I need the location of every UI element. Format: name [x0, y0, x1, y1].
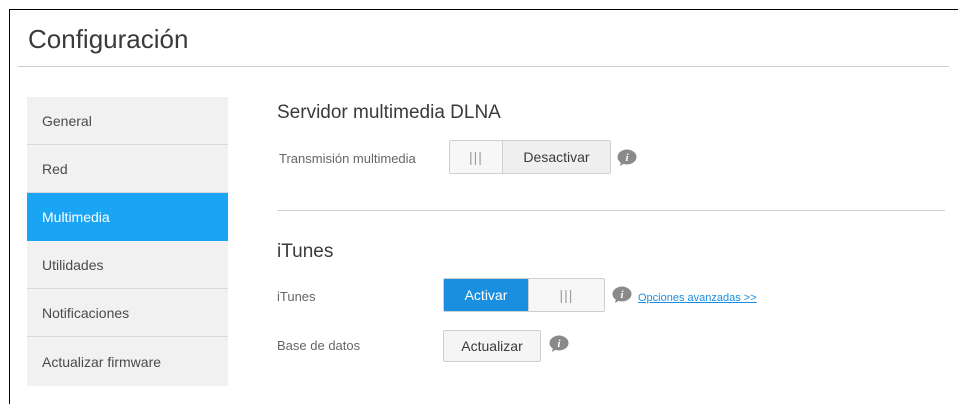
sidebar-item-label: General [42, 112, 92, 129]
sidebar-item-notificaciones[interactable]: Notificaciones [27, 289, 228, 337]
toggle-grip-icon: ||| [528, 279, 604, 311]
advanced-options-link[interactable]: Opciones avanzadas >> [638, 292, 757, 304]
sidebar-item-multimedia[interactable]: Multimedia [27, 193, 228, 241]
sidebar-item-label: Actualizar firmware [42, 353, 162, 370]
info-icon[interactable]: i [549, 335, 569, 353]
streaming-toggle[interactable]: ||| Desactivar [449, 140, 611, 174]
itunes-toggle-state: Activar [444, 279, 528, 311]
sidebar-item-label: Utilidades [42, 256, 104, 273]
section-divider [277, 210, 945, 211]
page-title: Configuración [28, 24, 189, 54]
sidebar-nav: General Red Multimedia Utilidades Notifi… [27, 97, 228, 386]
info-icon[interactable]: i [617, 149, 637, 167]
sidebar-item-actualizar-firmware[interactable]: Actualizar firmware [27, 337, 228, 386]
title-divider [18, 66, 949, 67]
itunes-section-title: iTunes [277, 241, 334, 262]
info-icon[interactable]: i [612, 286, 632, 304]
streaming-toggle-state: Desactivar [503, 141, 610, 173]
dlna-section-title: Servidor multimedia DLNA [277, 102, 501, 123]
update-database-button[interactable]: Actualizar [443, 330, 541, 362]
sidebar-item-general[interactable]: General [27, 97, 228, 145]
database-label: Base de datos [277, 338, 361, 353]
streaming-label: Transmisión multimedia [279, 151, 416, 166]
sidebar-item-label: Red [42, 160, 68, 177]
itunes-label: iTunes [277, 289, 316, 304]
sidebar-item-label: Notificaciones [42, 304, 130, 321]
sidebar-item-utilidades[interactable]: Utilidades [27, 241, 228, 289]
sidebar-item-red[interactable]: Red [27, 145, 228, 193]
toggle-grip-icon: ||| [450, 141, 503, 173]
sidebar-item-label: Multimedia [42, 208, 110, 225]
itunes-toggle[interactable]: Activar ||| [443, 278, 605, 312]
